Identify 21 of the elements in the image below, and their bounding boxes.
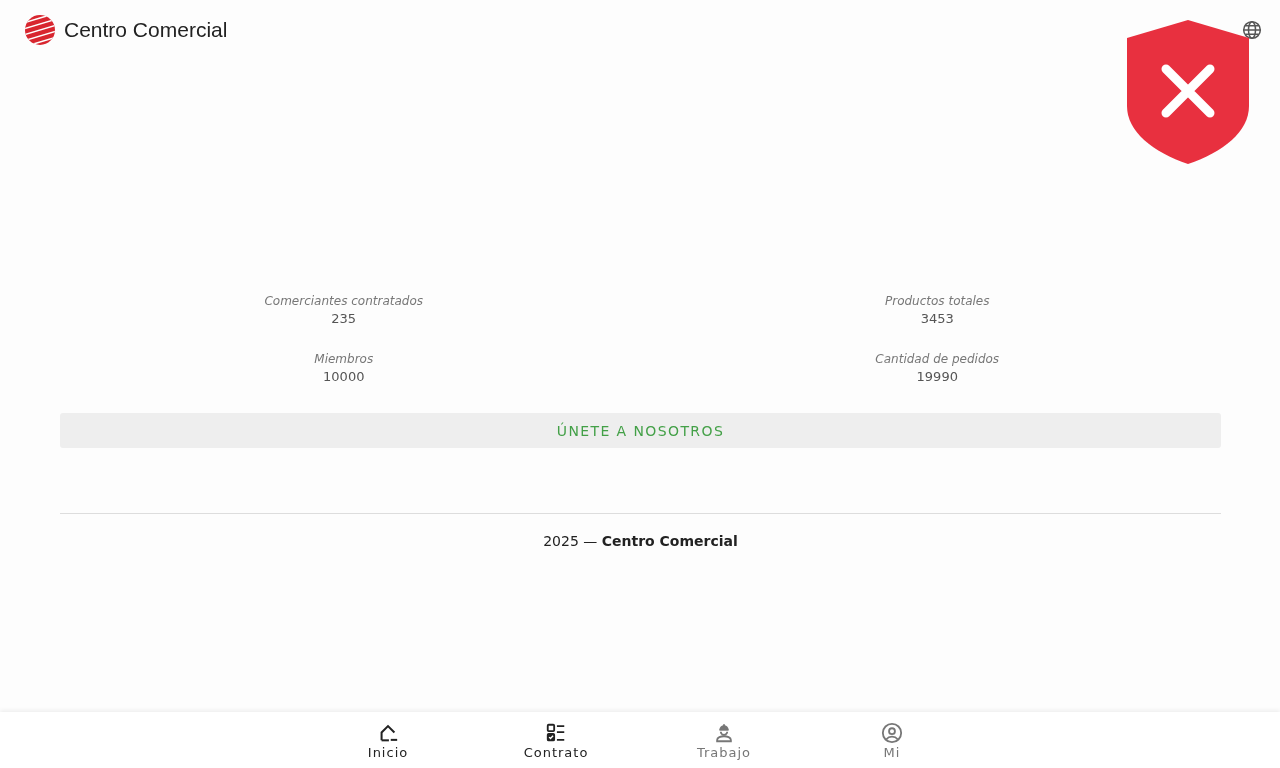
worker-icon xyxy=(713,722,735,744)
globe-icon[interactable] xyxy=(1242,20,1262,40)
striped-ball-logo-icon xyxy=(24,14,56,46)
stat-label: Comerciantes contratados xyxy=(264,293,424,310)
footer-text: 2025 — Centro Comercial xyxy=(542,532,739,550)
shield-x-icon xyxy=(1127,20,1249,164)
stat-value: 3453 xyxy=(920,310,954,327)
nav-tab[interactable]: Mi xyxy=(808,712,976,768)
checklist-icon xyxy=(545,722,567,744)
nav-tab[interactable]: Trabajo xyxy=(640,712,808,768)
stat-label: Productos totales xyxy=(885,293,990,310)
nav-tab[interactable]: Inicio xyxy=(304,712,472,768)
stat-label: Cantidad de pedidos xyxy=(875,351,1000,368)
stat-value: 10000 xyxy=(323,368,365,385)
stat-value: 19990 xyxy=(916,368,958,385)
stat-label: Miembros xyxy=(314,351,374,368)
stat-value: 235 xyxy=(331,310,357,327)
site-title: Centro Comercial xyxy=(64,18,228,42)
nav-tab[interactable]: Contrato xyxy=(472,712,640,768)
join-button[interactable]: ÚNETE A NOSOTROS xyxy=(60,413,1221,448)
account-icon xyxy=(881,722,903,744)
